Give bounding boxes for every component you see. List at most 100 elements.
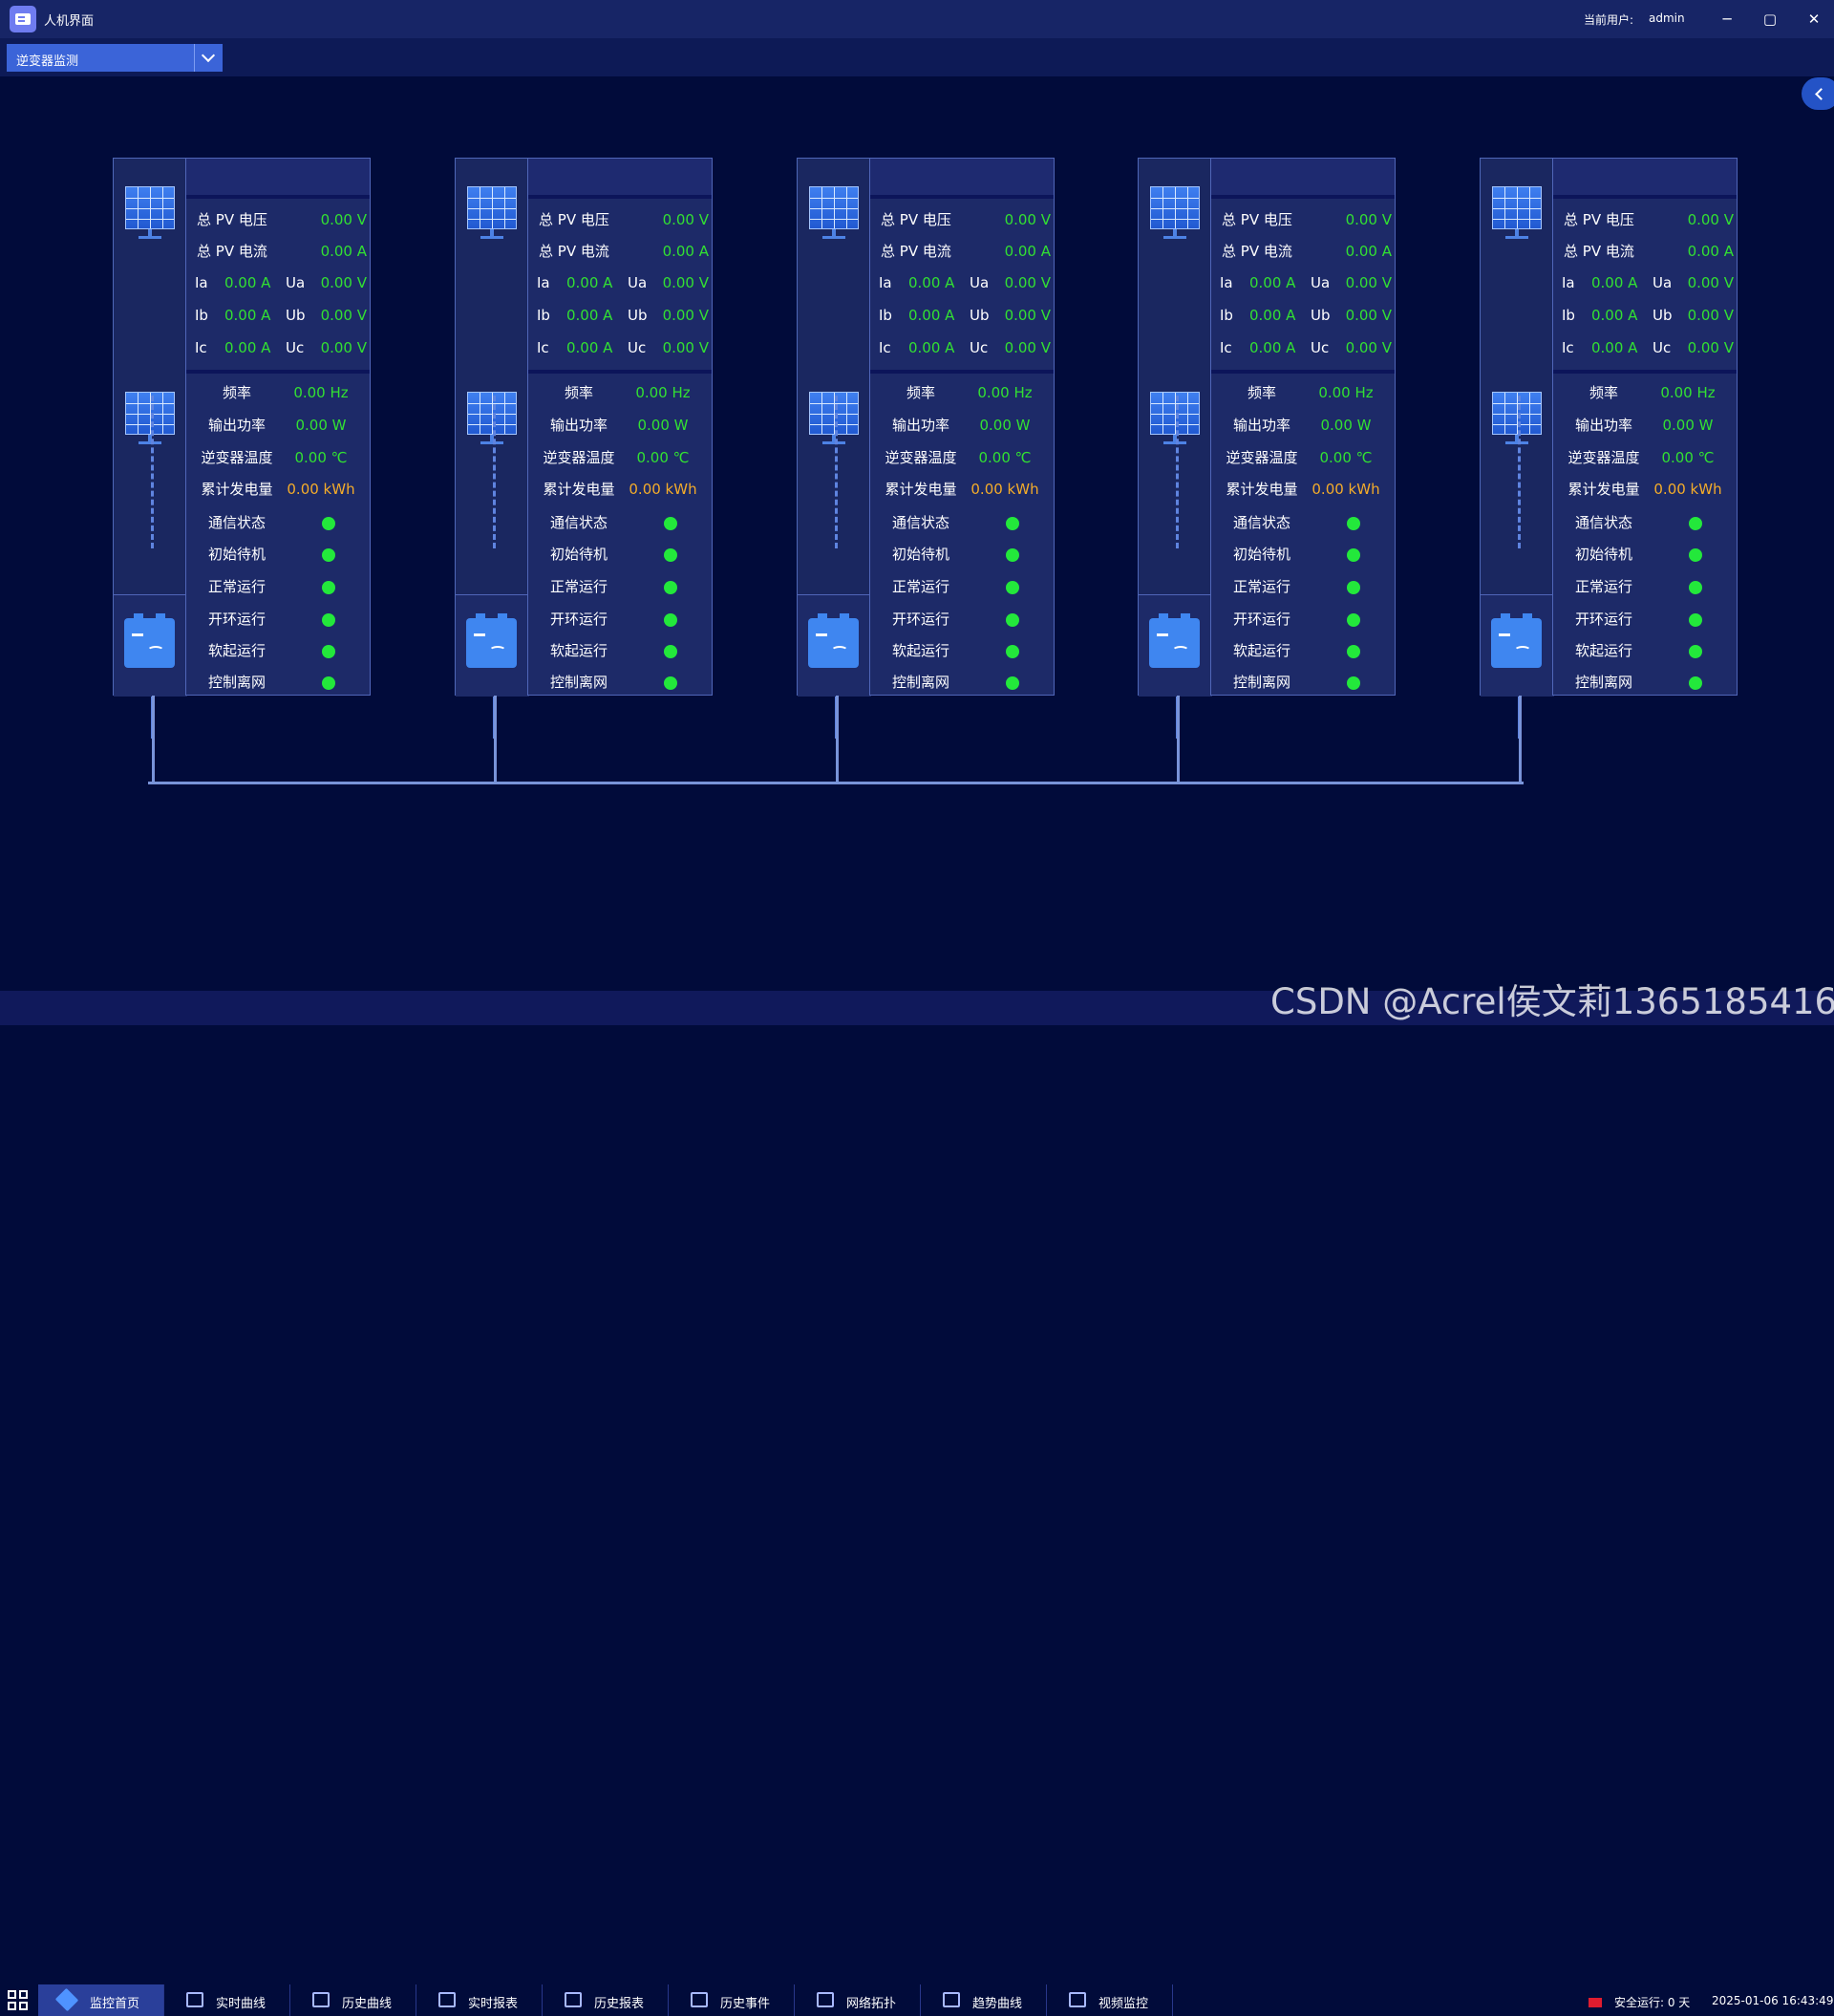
- inverter-diagram-column: [1138, 158, 1212, 739]
- phase-current-value: 0.00 A: [566, 307, 613, 324]
- close-button[interactable]: ✕: [1802, 8, 1825, 31]
- inverter-dc-symbol: [1157, 633, 1168, 636]
- inverter-temperature-value: 0.00 ℃: [636, 449, 690, 466]
- inverter-ac-symbol: [147, 646, 164, 655]
- total-pv-current-label: 总 PV 电流: [881, 243, 951, 260]
- panel-divider: [1211, 370, 1395, 374]
- panel-divider: [528, 370, 712, 374]
- chevron-down-icon[interactable]: [194, 44, 223, 72]
- total-pv-voltage-label: 总 PV 电压: [881, 211, 951, 228]
- taskbar-tab[interactable]: 实时报表: [416, 1984, 543, 2016]
- open-loop-running-label: 开环运行: [891, 611, 949, 628]
- inverter-temperature-label: 逆变器温度: [885, 449, 957, 466]
- start-menu-icon[interactable]: [8, 1990, 29, 2011]
- view-selector[interactable]: 逆变器监测: [7, 44, 223, 72]
- inverter-card: 总 PV 电压 0.00 V 总 PV 电流 0.00 A Ia 0.00 A Ua 0.00…: [455, 158, 713, 739]
- current-datetime: 2025-01-06 16:43:49: [1712, 1994, 1834, 2007]
- window-titlebar: 人机界面 当前用户: admin ─ ▢ ✕: [0, 0, 1834, 38]
- taskbar-tab[interactable]: 趋势曲线: [921, 1984, 1047, 2016]
- comm-status-indicator: [322, 517, 335, 530]
- total-pv-voltage-label: 总 PV 电压: [1564, 211, 1634, 228]
- inverter-temperature-label: 逆变器温度: [1567, 449, 1640, 466]
- module-icon: [817, 1992, 834, 2007]
- inverter-data-panel: 总 PV 电压 0.00 V 总 PV 电流 0.00 A Ia 0.00 A Ua 0.00…: [527, 158, 713, 696]
- soft-start-running-indicator: [1347, 645, 1360, 658]
- inverter-data-panel: 总 PV 电压 0.00 V 总 PV 电流 0.00 A Ia 0.00 A Ua 0.00…: [869, 158, 1055, 696]
- normal-running-label: 正常运行: [891, 578, 949, 595]
- taskbar-tab-label: 视频监控: [1098, 1997, 1149, 2011]
- soft-start-running-indicator: [322, 645, 335, 658]
- frequency-value: 0.00 Hz: [977, 384, 1033, 401]
- dc-link-dashed-line: [1518, 396, 1521, 548]
- frequency-value: 0.00 Hz: [293, 384, 349, 401]
- phase-current-label: Ic: [195, 339, 207, 356]
- phase-current-value: 0.00 A: [566, 274, 613, 291]
- inverter-diagram-column: [455, 158, 529, 739]
- frequency-value: 0.00 Hz: [1660, 384, 1716, 401]
- taskbar-tab-label: 历史报表: [594, 1997, 645, 2011]
- soft-start-running-label: 软起运行: [891, 642, 949, 659]
- taskbar-tab[interactable]: 实时曲线: [164, 1984, 290, 2016]
- solar-grid-line: [810, 208, 858, 209]
- normal-running-indicator: [664, 581, 677, 594]
- open-loop-running-label: 开环运行: [207, 611, 266, 628]
- solar-panel-icon: [466, 185, 518, 241]
- solar-panel-surface: [809, 186, 859, 229]
- phase-current-label: Ib: [1220, 307, 1233, 324]
- output-power-label: 输出功率: [549, 417, 608, 434]
- inverter-output-line: [1177, 696, 1180, 784]
- taskbar-tab[interactable]: 历史曲线: [290, 1984, 416, 2016]
- taskbar-tab[interactable]: 历史报表: [543, 1984, 669, 2016]
- inverter-header: [1211, 159, 1395, 199]
- solar-grid-line: [126, 424, 174, 425]
- output-power-value: 0.00 W: [1662, 417, 1714, 434]
- dc-link-dashed-line: [151, 396, 154, 548]
- phase-voltage-value: 0.00 V: [1687, 307, 1734, 324]
- solar-grid-line: [126, 414, 174, 415]
- safety-running-days: 安全运行: 0 天: [1614, 1996, 1691, 2009]
- inverter-diagram-column: [1480, 158, 1554, 739]
- output-power-label: 输出功率: [1574, 417, 1632, 434]
- solar-grid-line: [468, 219, 516, 220]
- total-pv-current-value: 0.00 A: [1687, 243, 1734, 260]
- solar-grid-line: [468, 403, 516, 404]
- comm-status-indicator: [664, 517, 677, 530]
- solar-grid-line: [468, 198, 516, 199]
- phase-current-value: 0.00 A: [224, 339, 271, 356]
- window-title: 人机界面: [44, 14, 95, 29]
- inverter-icon: [124, 613, 175, 668]
- solar-grid-line: [126, 208, 174, 209]
- taskbar-tab[interactable]: 视频监控: [1047, 1984, 1173, 2016]
- restore-button[interactable]: ▢: [1759, 8, 1781, 31]
- module-icon: [438, 1992, 456, 2007]
- start-menu-square: [19, 1990, 28, 1999]
- open-loop-running-label: 开环运行: [1232, 611, 1290, 628]
- total-pv-current-label: 总 PV 电流: [1564, 243, 1634, 260]
- taskbar-tab-label: 网络拓扑: [846, 1997, 897, 2011]
- control-off-grid-indicator: [1347, 676, 1360, 690]
- minimize-button[interactable]: ─: [1716, 8, 1738, 31]
- normal-running-label: 正常运行: [1574, 578, 1632, 595]
- solar-panel-surface: [809, 392, 859, 435]
- normal-running-label: 正常运行: [207, 578, 266, 595]
- inverter-diagram-column: [113, 158, 187, 739]
- panel-divider: [186, 370, 370, 374]
- phase-voltage-label: Ub: [970, 307, 990, 324]
- control-off-grid-indicator: [322, 676, 335, 690]
- solar-panel-icon: [808, 185, 860, 241]
- inverter-output-line: [494, 696, 497, 784]
- phase-current-value: 0.00 A: [1591, 339, 1638, 356]
- panel-divider: [870, 370, 1054, 374]
- phase-voltage-label: Ub: [286, 307, 306, 324]
- control-off-grid-label: 控制离网: [1232, 674, 1290, 691]
- solar-panel-surface: [1492, 392, 1542, 435]
- taskbar-tab[interactable]: 历史事件: [669, 1984, 795, 2016]
- inverter-temperature-value: 0.00 ℃: [978, 449, 1032, 466]
- soft-start-running-label: 软起运行: [1232, 642, 1290, 659]
- initial-standby-indicator: [1689, 548, 1702, 562]
- initial-standby-indicator: [664, 548, 677, 562]
- solar-panel-surface: [125, 186, 175, 229]
- taskbar-tab[interactable]: 监控首页: [38, 1984, 164, 2016]
- taskbar-tab[interactable]: 网络拓扑: [795, 1984, 921, 2016]
- phase-current-value: 0.00 A: [908, 274, 955, 291]
